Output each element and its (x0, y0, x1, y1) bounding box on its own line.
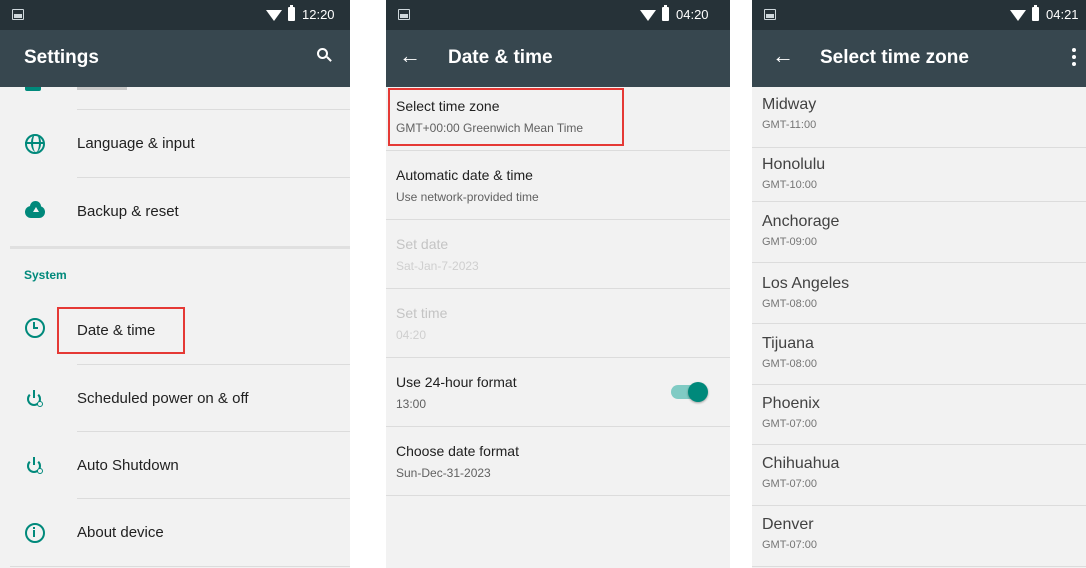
time-zone-item[interactable]: Tijuana GMT-08:00 (752, 326, 1086, 386)
divider (752, 323, 1086, 324)
battery-icon (288, 5, 295, 21)
row-title: Use 24-hour format (396, 374, 517, 390)
row-set-date: Set date Sat-Jan-7-2023 (386, 220, 730, 289)
row-title: Set time (396, 305, 448, 321)
time-zone-offset: GMT-08:00 (762, 298, 818, 310)
time-zone-item[interactable]: Los Angeles GMT-08:00 (752, 266, 1086, 326)
settings-item-label: Backup & reset (77, 203, 179, 220)
24-hour-toggle[interactable] (671, 382, 708, 402)
time-zone-item[interactable]: Honolulu GMT-10:00 (752, 147, 1086, 207)
time-zone-city: Midway (762, 96, 817, 113)
time-zone-offset: GMT-09:00 (762, 236, 818, 248)
cloud-upload-icon (25, 201, 45, 222)
partial-item-label (77, 87, 127, 90)
status-bar: 04:20 (386, 0, 730, 30)
settings-item-label: Language & input (77, 135, 195, 152)
time-zone-offset: GMT-10:00 (762, 179, 818, 191)
date-time-screen: 04:20 ← Date & time Select time zone GMT… (386, 0, 730, 568)
battery-icon (1032, 5, 1039, 21)
time-zone-city: Los Angeles (762, 275, 850, 292)
status-time: 12:20 (302, 7, 335, 22)
row-choose-date-format[interactable]: Choose date format Sun-Dec-31-2023 (386, 427, 730, 496)
back-arrow-icon[interactable]: ← (772, 45, 794, 67)
section-header-system: System (24, 268, 67, 282)
divider (752, 505, 1086, 506)
row-automatic-date-time[interactable]: Automatic date & time Use network-provid… (386, 151, 730, 220)
time-zone-city: Phoenix (762, 395, 820, 412)
wifi-icon (1010, 10, 1026, 21)
time-zone-offset: GMT-07:00 (762, 418, 818, 430)
page-title: Select time zone (820, 47, 969, 68)
row-title: Automatic date & time (396, 167, 533, 183)
settings-item-label: Auto Shutdown (77, 457, 179, 474)
settings-item-label: Scheduled power on & off (77, 390, 249, 407)
info-icon (25, 523, 45, 543)
row-subtitle: Sat-Jan-7-2023 (396, 259, 479, 273)
image-notification-icon (764, 9, 776, 20)
row-set-time: Set time 04:20 (386, 289, 730, 358)
time-zone-offset: GMT-11:00 (762, 119, 817, 131)
wifi-icon (266, 10, 282, 21)
settings-item-label: About device (77, 524, 164, 541)
globe-icon (25, 134, 45, 154)
status-bar: 12:20 (0, 0, 350, 30)
time-zone-city: Chihuahua (762, 455, 840, 472)
time-zone-offset: GMT-07:00 (762, 478, 818, 490)
highlight-box (388, 88, 624, 146)
time-zone-item[interactable]: Midway GMT-11:00 (752, 87, 1086, 147)
time-zone-item[interactable]: Anchorage GMT-09:00 (752, 204, 1086, 264)
battery-icon (662, 5, 669, 21)
divider (752, 262, 1086, 263)
divider (752, 566, 1086, 567)
time-zone-city: Anchorage (762, 213, 840, 230)
row-use-24-hour[interactable]: Use 24-hour format 13:00 (386, 358, 730, 427)
divider (752, 384, 1086, 385)
status-bar: 04:21 (752, 0, 1086, 30)
time-zone-offset: GMT-07:00 (762, 539, 818, 551)
page-title: Settings (24, 47, 99, 68)
divider (752, 444, 1086, 445)
time-zone-city: Tijuana (762, 335, 814, 352)
more-options-icon[interactable] (1072, 48, 1076, 66)
page-title: Date & time (448, 47, 553, 68)
time-zone-city: Honolulu (762, 156, 826, 173)
image-notification-icon (398, 9, 410, 20)
settings-item-scheduled-power[interactable]: Scheduled power on & off (0, 365, 350, 433)
clock-icon (25, 318, 45, 338)
row-subtitle: 04:20 (396, 328, 427, 342)
settings-item-backup[interactable]: Backup & reset (0, 178, 350, 246)
highlight-box (57, 307, 185, 354)
image-notification-icon (12, 9, 24, 20)
settings-screen: 12:20 Settings Language & input Backup &… (0, 0, 350, 568)
settings-item-about[interactable]: About device (0, 499, 350, 567)
settings-item-language[interactable]: Language & input (0, 110, 350, 178)
settings-item-auto-shutdown[interactable]: Auto Shutdown (0, 432, 350, 500)
app-bar: ← Select time zone (752, 30, 1086, 87)
time-zone-offset: GMT-08:00 (762, 358, 818, 370)
status-time: 04:20 (676, 7, 709, 22)
divider (386, 495, 730, 496)
time-zone-screen: 04:21 ← Select time zone Midway GMT-11:0… (752, 0, 1086, 568)
time-zone-item[interactable]: Denver GMT-07:00 (752, 507, 1086, 567)
row-subtitle: Sun-Dec-31-2023 (396, 466, 491, 480)
section-divider (10, 246, 350, 249)
app-bar: Settings (0, 30, 350, 87)
wifi-icon (640, 10, 656, 21)
divider (752, 201, 1086, 202)
power-schedule-icon (25, 389, 45, 409)
app-bar: ← Date & time (386, 30, 730, 87)
search-icon[interactable] (317, 48, 332, 63)
time-zone-item[interactable]: Phoenix GMT-07:00 (752, 386, 1086, 446)
partial-item-icon (25, 87, 41, 91)
row-title: Choose date format (396, 443, 519, 459)
back-arrow-icon[interactable]: ← (399, 45, 421, 67)
row-subtitle: 13:00 (396, 397, 427, 411)
status-time: 04:21 (1046, 7, 1079, 22)
row-subtitle: Use network-provided time (396, 190, 539, 204)
time-zone-item[interactable]: Chihuahua GMT-07:00 (752, 446, 1086, 506)
power-timer-icon (25, 456, 45, 476)
time-zone-city: Denver (762, 516, 814, 533)
row-title: Set date (396, 236, 449, 252)
divider (10, 566, 350, 567)
